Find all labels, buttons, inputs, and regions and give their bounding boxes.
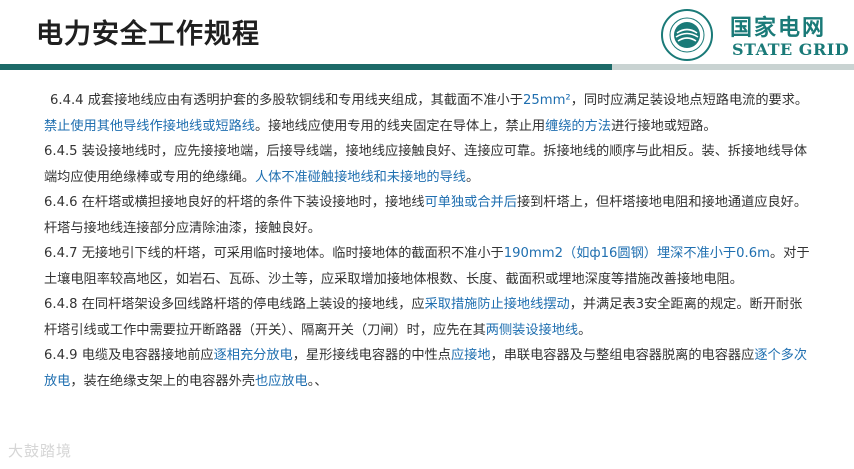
highlighted-text: 可单独或合并后 (424, 195, 517, 210)
highlighted-text: 两侧装设接地线 (485, 322, 579, 338)
clause-6-4-7: 6.4.7 无接地引下线的杆塔，可采用临时接地体。临时接地体的截面积不准小于19… (44, 241, 814, 292)
clause-6-4-6: 6.4.6 在杆塔或横担接地良好的杆塔的条件下装设接地时，接地线可单独或合并后接… (44, 190, 814, 241)
logo-name-en: STATE GRID (732, 40, 850, 59)
clause-text: 。 (578, 322, 592, 338)
highlighted-text: 采取措施防止接地线摆动 (424, 297, 570, 312)
clause-6-4-8: 6.4.8 在同杆塔架设多回线路杆塔的停电线路上装设的接地线，应采取措施防止接地… (44, 292, 814, 343)
header-divider-light (612, 64, 854, 70)
highlighted-text: 190mm2（如ф16圆钢）埋深不准小于0.6m (503, 246, 770, 261)
clause-text: 进行接地或短路。 (611, 118, 717, 134)
highlighted-text: 缠绕的方法 (545, 118, 612, 134)
highlighted-text: 人体不准碰触接地线和未接地的导线 (255, 169, 466, 185)
clause-text: 。 (466, 169, 480, 185)
clause-text: ，串联电容器及与整组电容器脱离的电容器应 (490, 348, 755, 363)
clause-text: ，星形接线电容器的中性点 (292, 348, 451, 363)
clause-text: 。接地线应使用专用的线夹固定在导体上，禁止用 (255, 118, 546, 134)
header-divider-dark (0, 64, 612, 70)
highlighted-text: 应接地 (451, 348, 491, 363)
highlighted-text: 25mm² (522, 93, 571, 108)
clause-6-4-9: 6.4.9 电缆及电容器接地前应逐相充分放电，星形接线电容器的中性点应接地，串联… (44, 343, 814, 394)
highlighted-text: 禁止使用其他导线作接地线或短路线 (44, 118, 255, 134)
clause-text: 6.4.8 在同杆塔架设多回线路杆塔的停电线路上装设的接地线，应 (44, 297, 425, 312)
slide-header: 电力安全工作规程 国家电网 STATE GRID (0, 0, 854, 72)
clause-text: 6.4.7 无接地引下线的杆塔，可采用临时接地体。临时接地体的截面积不准小于 (44, 246, 504, 261)
state-grid-logo: 国家电网 STATE GRID (660, 8, 850, 61)
watermark: 大鼓踏境 (8, 442, 73, 460)
highlighted-text: 逐相充分放电 (213, 348, 293, 363)
state-grid-emblem-icon (661, 9, 713, 61)
logo-name-cn: 国家电网 (730, 16, 827, 41)
clause-6-4-4: 6.4.4 成套接地线应由有透明护套的多股软铜线和专用线夹组成，其截面不准小于2… (44, 88, 814, 139)
clause-6-4-5: 6.4.5 装设接地线时，应先接接地端，后接导线端，接地线应接触良好、连接应可靠… (44, 139, 814, 190)
page-title: 电力安全工作规程 (36, 19, 260, 50)
clause-text: ，装在绝缘支架上的电容器外壳 (70, 373, 255, 389)
clause-text: 6.4.9 电缆及电容器接地前应 (44, 348, 214, 363)
clause-text: 6.4.6 在杆塔或横担接地良好的杆塔的条件下装设接地时，接地线 (44, 195, 425, 210)
regulation-text: 6.4.4 成套接地线应由有透明护套的多股软铜线和专用线夹组成，其截面不准小于2… (44, 88, 814, 394)
header-divider (0, 64, 854, 72)
clause-text: 。、 (307, 373, 328, 389)
highlighted-text: 也应放电 (255, 373, 308, 389)
clause-text: 6.4.4 成套接地线应由有透明护套的多股软铜线和专用线夹组成，其截面不准小于 (50, 93, 523, 108)
clause-text: ，同时应满足装设地点短路电流的要求。 (570, 93, 809, 108)
